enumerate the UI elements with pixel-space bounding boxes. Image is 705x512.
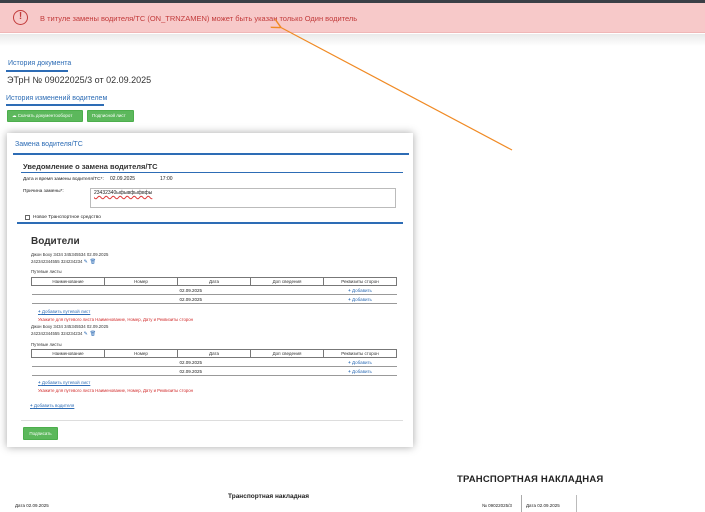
- annotation-arrow: [0, 0, 513, 151]
